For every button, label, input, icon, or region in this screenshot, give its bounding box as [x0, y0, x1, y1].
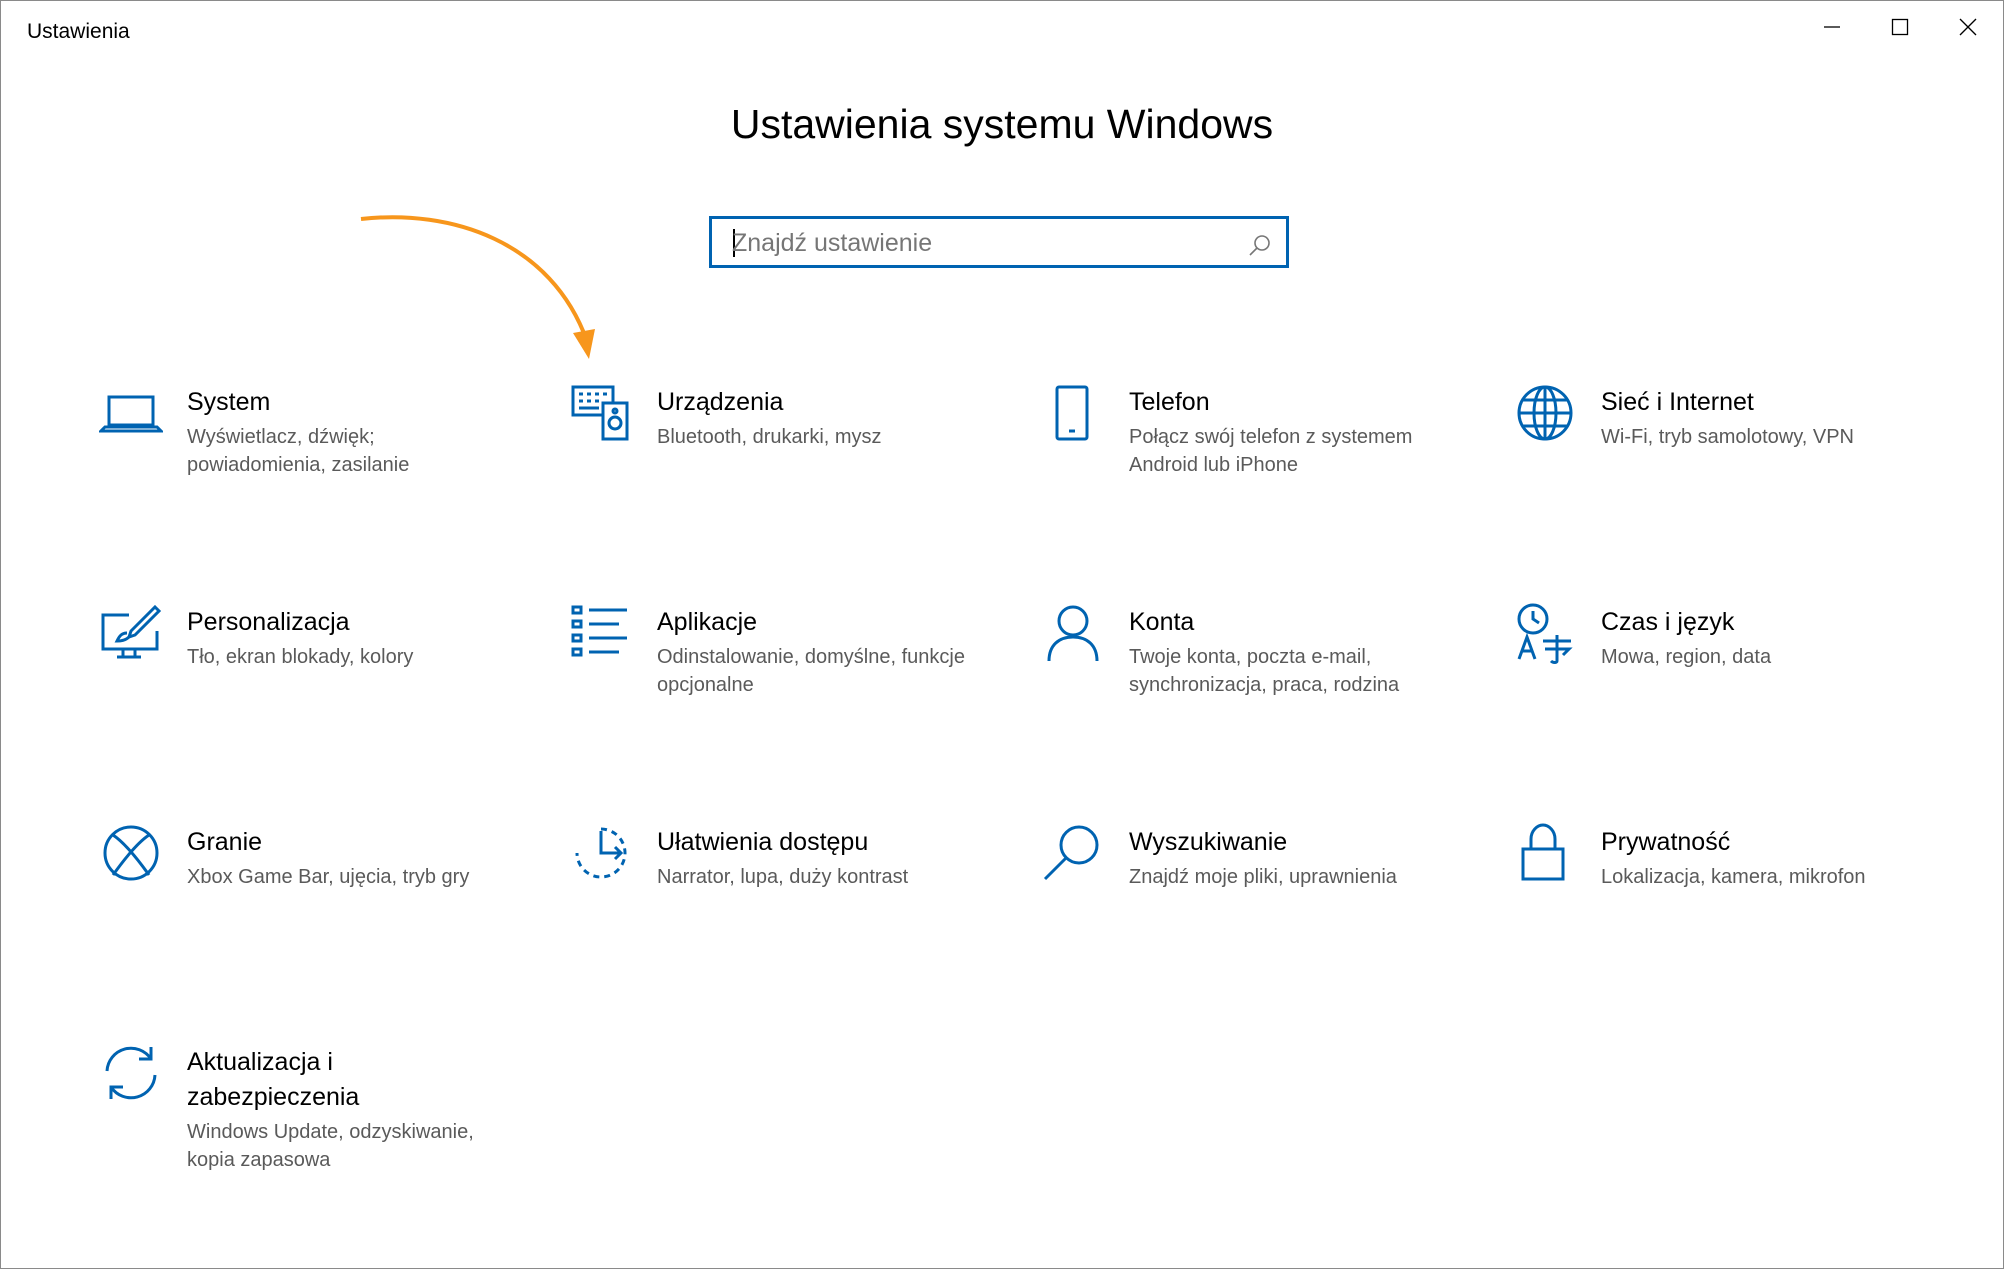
tile-time-language[interactable]: Czas i język Mowa, region, data — [1513, 601, 1933, 761]
close-icon — [1959, 18, 1977, 36]
tile-phone[interactable]: Telefon Połącz swój telefon z systemem A… — [1041, 381, 1461, 541]
tile-description: Twoje konta, poczta e-mail, synchronizac… — [1129, 646, 1400, 696]
person-icon — [1041, 601, 1105, 665]
lock-icon — [1513, 821, 1577, 885]
tile-devices[interactable]: Urządzenia Bluetooth, drukarki, mysz — [569, 381, 989, 541]
tile-title: System — [187, 388, 271, 416]
ease-of-access-icon — [569, 821, 633, 885]
tile-description: Wi-Fi, tryb samolotowy, VPN — [1601, 426, 1854, 448]
tile-title: Prywatność — [1601, 828, 1731, 856]
magnifier-icon — [1041, 821, 1105, 885]
tile-gaming[interactable]: Granie Xbox Game Bar, ujęcia, tryb gry — [99, 821, 519, 981]
close-button[interactable] — [1934, 1, 2002, 53]
tile-description: Mowa, region, data — [1601, 646, 1772, 668]
tile-description: Tło, ekran blokady, kolory — [187, 646, 414, 668]
tile-system[interactable]: System Wyświetlacz, dźwięk; powiadomieni… — [97, 381, 519, 541]
time-language-icon — [1513, 601, 1577, 665]
tile-description: Bluetooth, drukarki, mysz — [657, 426, 882, 448]
tile-description: Windows Update, odzyskiwanie, kopia zapa… — [187, 1121, 474, 1171]
tile-personalization[interactable]: Personalizacja Tło, ekran blokady, kolor… — [99, 601, 519, 761]
devices-icon — [569, 381, 633, 445]
globe-icon — [1513, 381, 1577, 445]
tile-apps[interactable]: Aplikacje Odinstalowanie, domyślne, funk… — [569, 601, 989, 761]
tile-description: Xbox Game Bar, ujęcia, tryb gry — [187, 866, 470, 888]
maximize-icon — [1891, 18, 1909, 36]
settings-window: Ustawienia Ustawienia systemu Windows Sy… — [0, 0, 2004, 1269]
title-bar[interactable]: Ustawienia — [1, 1, 2003, 61]
search-icon[interactable] — [1248, 233, 1272, 257]
tile-title: Konta — [1129, 608, 1195, 636]
maximize-button[interactable] — [1866, 1, 1934, 53]
search-box[interactable] — [709, 216, 1289, 268]
page-title: Ustawienia systemu Windows — [730, 101, 1274, 147]
laptop-icon — [97, 381, 165, 445]
tile-title: Granie — [187, 828, 263, 856]
tile-title: Aplikacje — [657, 608, 758, 636]
apps-list-icon — [569, 601, 633, 665]
update-icon — [99, 1041, 163, 1105]
tile-title: Ułatwienia dostępu — [657, 828, 869, 856]
phone-icon — [1041, 381, 1105, 445]
tile-update-security[interactable]: Aktualizacja i zabezpieczenia Windows Up… — [99, 1041, 519, 1241]
search-input[interactable] — [730, 225, 1234, 261]
tile-title: Urządzenia — [657, 388, 784, 416]
tile-title: Sieć i Internet — [1601, 388, 1754, 416]
tile-description: Lokalizacja, kamera, mikrofon — [1601, 866, 1866, 888]
tile-description: Narrator, lupa, duży kontrast — [657, 866, 909, 888]
tile-privacy[interactable]: Prywatność Lokalizacja, kamera, mikrofon — [1513, 821, 1933, 981]
tile-title: Czas i język — [1601, 608, 1735, 636]
tile-description: Wyświetlacz, dźwięk; powiadomienia, zasi… — [187, 426, 410, 476]
minimize-button[interactable] — [1798, 1, 1866, 53]
tile-description: Odinstalowanie, domyślne, funkcje opcjon… — [657, 646, 965, 696]
tile-title: Telefon — [1129, 388, 1210, 416]
xbox-icon — [99, 821, 163, 885]
tile-description: Znajdź moje pliki, uprawnienia — [1129, 866, 1397, 888]
personalization-icon — [99, 601, 163, 665]
tile-network[interactable]: Sieć i Internet Wi-Fi, tryb samolotowy, … — [1513, 381, 1933, 541]
tile-description: Połącz swój telefon z systemem Android l… — [1129, 426, 1413, 476]
tile-title: Wyszukiwanie — [1129, 828, 1288, 856]
tile-search[interactable]: Wyszukiwanie Znajdź moje pliki, uprawnie… — [1041, 821, 1461, 981]
minimize-icon — [1824, 26, 1840, 28]
tile-title: Aktualizacja i zabezpieczenia — [187, 1048, 360, 1111]
tile-ease-of-access[interactable]: Ułatwienia dostępu Narrator, lupa, duży … — [569, 821, 989, 981]
tile-accounts[interactable]: Konta Twoje konta, poczta e-mail, synchr… — [1041, 601, 1461, 761]
tile-title: Personalizacja — [187, 608, 350, 636]
window-title: Ustawienia — [27, 20, 130, 43]
